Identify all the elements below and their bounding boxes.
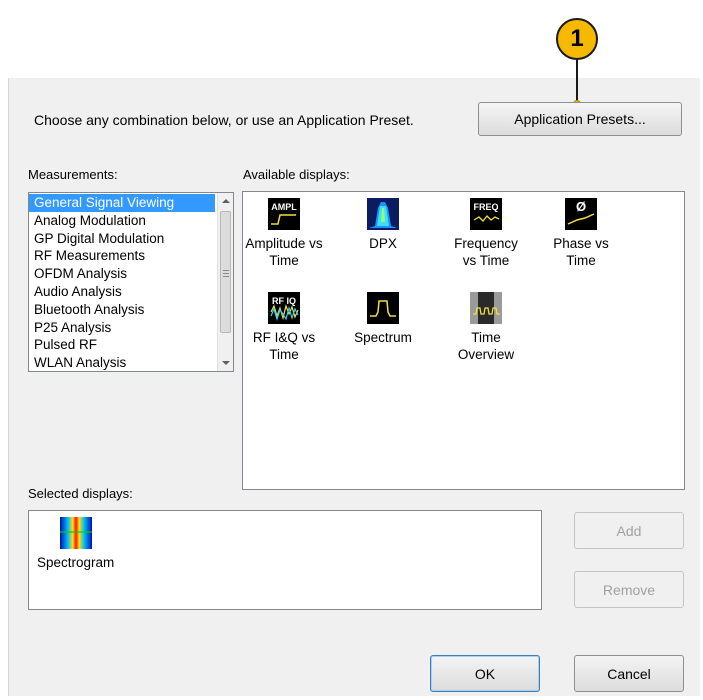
measurements-list[interactable]: General Signal Viewing Analog Modulation… bbox=[28, 192, 234, 372]
list-item-wlan-analysis[interactable]: WLAN Analysis bbox=[29, 354, 233, 372]
available-displays-panel: AMPL Amplitude vs Time DPX FREQ Frequenc… bbox=[242, 191, 685, 490]
measurements-label: Measurements: bbox=[28, 167, 118, 182]
tile-label: Time bbox=[269, 253, 299, 268]
selected-displays-label: Selected displays: bbox=[28, 486, 133, 501]
amplitude-vs-time-icon: AMPL bbox=[268, 198, 300, 230]
tile-label: DPX bbox=[369, 236, 397, 251]
list-item-general-signal-viewing[interactable]: General Signal Viewing bbox=[29, 194, 215, 212]
time-overview-icon bbox=[470, 292, 502, 324]
callout-marker: 1 bbox=[556, 18, 598, 60]
display-tile-amplitude-vs-time[interactable]: AMPL Amplitude vs Time bbox=[241, 198, 327, 269]
tile-label: RF I&Q vs bbox=[252, 330, 316, 345]
display-tile-rf-iq-vs-time[interactable]: RF IQ RF I&Q vs Time bbox=[241, 292, 327, 363]
selected-displays-panel: Spectrogram bbox=[28, 510, 542, 610]
tile-label: Overview bbox=[457, 347, 515, 362]
display-tile-phase-vs-time[interactable]: Ø Phase vs Time bbox=[538, 198, 624, 269]
tile-label: Frequency bbox=[454, 236, 518, 251]
tile-label: Time bbox=[269, 347, 299, 362]
list-item-pulsed-rf[interactable]: Pulsed RF bbox=[29, 336, 233, 354]
spectrum-icon bbox=[367, 292, 399, 324]
rf-iq-vs-time-icon: RF IQ bbox=[268, 292, 300, 324]
callout-leader-line bbox=[576, 60, 578, 104]
scroll-down-arrow-icon[interactable] bbox=[222, 361, 230, 365]
list-item-bluetooth-analysis[interactable]: Bluetooth Analysis bbox=[29, 301, 233, 319]
scroll-up-arrow-icon[interactable] bbox=[222, 199, 230, 203]
tile-label: Amplitude vs bbox=[245, 236, 323, 251]
list-item-gp-digital-modulation[interactable]: GP Digital Modulation bbox=[29, 230, 233, 248]
application-presets-button[interactable]: Application Presets... bbox=[478, 102, 682, 136]
list-item-ofdm-analysis[interactable]: OFDM Analysis bbox=[29, 265, 233, 283]
tile-label: Time bbox=[471, 330, 501, 345]
instruction-text: Choose any combination below, or use an … bbox=[34, 112, 414, 128]
measurements-scrollbar[interactable] bbox=[217, 193, 233, 371]
tile-label: Phase vs bbox=[553, 236, 609, 251]
list-item-p25-analysis[interactable]: P25 Analysis bbox=[29, 319, 233, 337]
list-item-audio-analysis[interactable]: Audio Analysis bbox=[29, 283, 233, 301]
scroll-thumb[interactable] bbox=[220, 211, 231, 333]
display-tile-spectrum[interactable]: Spectrum bbox=[348, 292, 418, 346]
tile-label: Time bbox=[566, 253, 596, 268]
available-displays-label: Available displays: bbox=[243, 167, 350, 182]
spectrogram-icon bbox=[60, 517, 92, 549]
frequency-vs-time-icon: FREQ bbox=[470, 198, 502, 230]
phase-vs-time-icon: Ø bbox=[565, 198, 597, 230]
display-tile-frequency-vs-time[interactable]: FREQ Frequency vs Time bbox=[443, 198, 529, 269]
tile-label: vs Time bbox=[462, 253, 510, 268]
selected-tile-spectrogram[interactable]: Spectrogram bbox=[31, 517, 117, 571]
cancel-button[interactable]: Cancel bbox=[574, 655, 684, 692]
add-button[interactable]: Add bbox=[574, 512, 684, 549]
display-tile-dpx[interactable]: DPX bbox=[348, 198, 418, 252]
dpx-icon bbox=[367, 198, 399, 230]
tile-label: Spectrogram bbox=[37, 555, 115, 570]
list-item-rf-measurements[interactable]: RF Measurements bbox=[29, 247, 233, 265]
list-item-analog-modulation[interactable]: Analog Modulation bbox=[29, 212, 233, 230]
display-tile-time-overview[interactable]: Time Overview bbox=[443, 292, 529, 363]
tile-label: Spectrum bbox=[354, 330, 412, 345]
ok-button[interactable]: OK bbox=[430, 655, 540, 692]
remove-button[interactable]: Remove bbox=[574, 571, 684, 608]
